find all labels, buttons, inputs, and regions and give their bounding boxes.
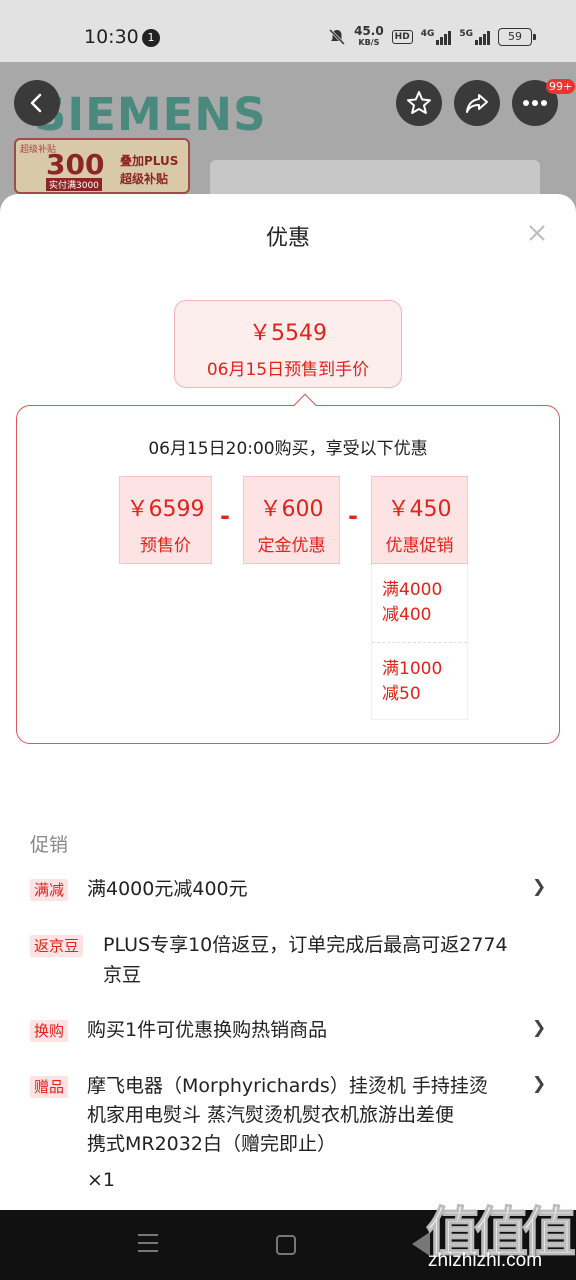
breakdown-title: 06月15日20:00购买，享受以下优惠 [148, 439, 428, 459]
subsidy-line2: 超级补贴 [120, 172, 169, 186]
tile-value: ￥600 [259, 497, 324, 522]
star-icon [407, 91, 431, 114]
status-bar: 10:30 1 45.0 KB/S HD 4G 5G 59 [0, 0, 576, 62]
battery-icon: 59 [498, 28, 536, 46]
promo-tag: 返京豆 [30, 935, 84, 957]
minus-operator: - [220, 502, 230, 530]
deposit-discount-tile: ￥600 定金优惠 [243, 476, 340, 564]
chevron-right-icon: ❯ [532, 1074, 547, 1094]
subsidy-badge: 超级补贴 300 实付满3000 叠加PLUS 超级补贴 [14, 138, 190, 194]
minus-operator: - [348, 502, 358, 530]
promo-gift[interactable]: 赠品 摩飞电器（Morphyrichards）挂烫机 手持挂烫 机家用电熨斗 蒸… [30, 1072, 550, 1202]
signal-5g-icon: 5G [459, 29, 490, 45]
breakdown-threshold: 满1000 [382, 659, 443, 679]
watermark-url: zhizhizhi.com [428, 1250, 543, 1271]
share-button[interactable] [454, 80, 500, 126]
recent-apps-button[interactable] [138, 1234, 158, 1258]
back-button[interactable] [14, 80, 60, 126]
breakdown-reduction: 减400 [382, 605, 432, 625]
promo-text: 购买1件可优惠换购热销商品 [87, 1019, 328, 1041]
promo-text: 携式MR2032白（赠完即止） [87, 1133, 336, 1155]
back-arrow-icon [30, 93, 42, 113]
chevron-right-icon: ❯ [532, 877, 547, 897]
signal-5g-label: 5G [459, 29, 473, 39]
chevron-right-icon: ❯ [532, 1018, 547, 1038]
mute-bell-icon [329, 28, 346, 46]
promotion-breakdown-item: 满1000 减50 [372, 642, 467, 720]
close-icon [529, 225, 545, 241]
subsidy-line1: 叠加PLUS [120, 154, 179, 168]
promotion-discount-tile: ￥450 优惠促销 [371, 476, 468, 564]
tile-label: 定金优惠 [257, 536, 326, 556]
tile-value: ￥6599 [126, 497, 205, 522]
discount-sheet: 优惠 ￥5549 06月15日预售到手价 06月15日20:00购买，享受以下优… [0, 194, 576, 1210]
more-dots-icon [523, 100, 547, 106]
tile-value: ￥450 [387, 497, 452, 522]
promotion-breakdown-item: 满4000 减400 [372, 564, 467, 642]
hd-icon: HD [391, 30, 413, 44]
promo-text: PLUS专享10倍返豆，订单完成后最高可返2774 [103, 934, 508, 956]
promo-exchange[interactable]: 换购 购买1件可优惠换购热销商品 ❯ [30, 1016, 550, 1052]
final-price: ￥5549 [249, 321, 327, 346]
signal-4g-label: 4G [420, 29, 435, 39]
promo-text: 京豆 [103, 964, 142, 986]
net-speed-unit: KB/S [358, 38, 380, 47]
sheet-title: 优惠 [265, 226, 310, 251]
signal-4g-icon: 4G [421, 29, 452, 45]
gift-quantity: ×1 [87, 1169, 116, 1191]
promo-tag: 满减 [30, 879, 69, 901]
share-icon [466, 94, 488, 113]
message-count-badge: 99+ [546, 79, 576, 94]
net-speed: 45.0 KB/S [354, 24, 384, 48]
promotion-heading: 促销 [30, 834, 69, 856]
product-header: SIEMENS 超级补贴 300 实付满3000 叠加PLUS 超级补贴 99+ [0, 62, 576, 212]
subsidy-amount: 300 [46, 148, 105, 181]
final-price-box: ￥5549 06月15日预售到手价 [174, 300, 402, 388]
subsidy-condition: 实付满3000 [46, 178, 102, 191]
price-breakdown: 06月15日20:00购买，享受以下优惠 ￥6599 预售价 - ￥600 定金… [16, 393, 560, 744]
promo-text: 摩飞电器（Morphyrichards）挂烫机 手持挂烫 [87, 1075, 488, 1097]
promotion-breakdown-list: 满4000 减400 满1000 减50 [371, 564, 468, 720]
promo-tag: 赠品 [30, 1076, 69, 1098]
tile-label: 预售价 [140, 536, 191, 556]
favorite-button[interactable] [396, 80, 442, 126]
breakdown-pointer [293, 393, 317, 417]
promo-full-reduction[interactable]: 满减 满4000元减400元 ❯ [30, 875, 550, 911]
breakdown-threshold: 满4000 [382, 580, 443, 600]
promo-tag: 换购 [30, 1020, 69, 1042]
home-button[interactable] [276, 1235, 296, 1255]
brand-logo: SIEMENS [34, 88, 267, 141]
promo-jd-beans: 返京豆 PLUS专享10倍返豆，订单完成后最高可返2774 京豆 [30, 931, 550, 995]
close-button[interactable] [522, 218, 552, 248]
promo-text: 机家用电熨斗 蒸汽熨烫机熨衣机旅游出差便 [87, 1104, 455, 1126]
site-watermark: 值值值 zhizhizhi.com [424, 1188, 576, 1278]
final-price-label: 06月15日预售到手价 [206, 360, 370, 380]
promo-text: 满4000元减400元 [87, 878, 248, 900]
breakdown-reduction: 减50 [382, 684, 421, 704]
tile-label: 优惠促销 [385, 536, 454, 556]
notification-count-badge: 1 [142, 29, 160, 47]
net-speed-value: 45.0 [354, 24, 384, 38]
status-time: 10:30 [84, 26, 139, 48]
presale-price-tile: ￥6599 预售价 [119, 476, 212, 564]
status-icons: 45.0 KB/S HD 4G 5G 59 [328, 24, 536, 48]
